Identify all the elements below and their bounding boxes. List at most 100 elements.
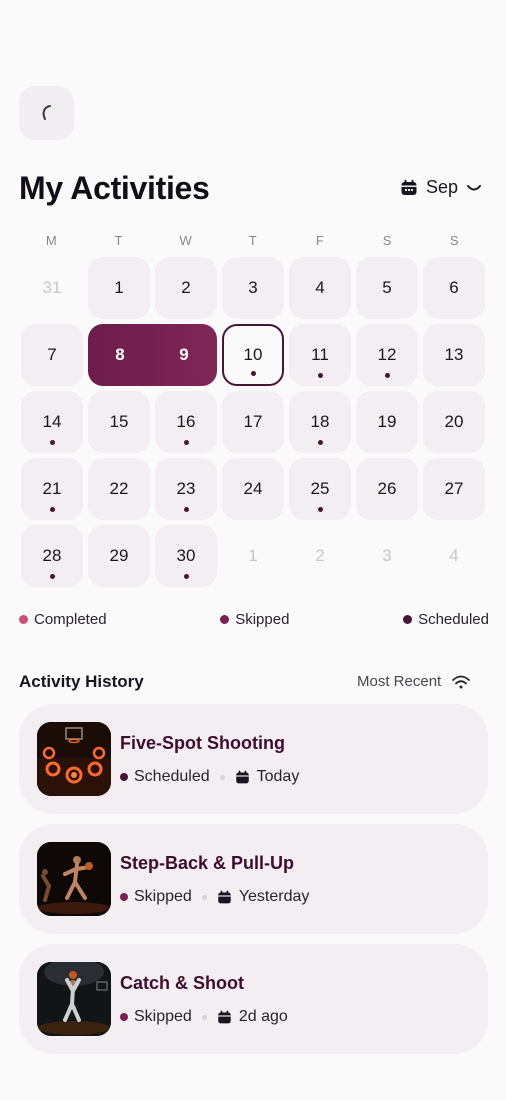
- calendar-day[interactable]: 25: [289, 458, 351, 520]
- page-title: My Activities: [19, 170, 210, 206]
- status-dot: [120, 1013, 128, 1021]
- sort-label: Most Recent: [357, 673, 442, 690]
- weekday-header: MTWTFSS: [18, 233, 488, 248]
- calendar-day[interactable]: 2: [155, 257, 217, 319]
- calendar-day[interactable]: 11: [289, 324, 351, 386]
- status-legend: Completed Skipped Scheduled: [19, 611, 489, 628]
- month-label: Sep: [426, 177, 459, 197]
- day-number: 15: [109, 412, 129, 431]
- calendar-day[interactable]: 20: [423, 391, 485, 453]
- calendar-icon: [401, 179, 417, 195]
- activity-meta: Skipped Yesterday: [120, 888, 309, 906]
- activity-indicator-dot: [49, 574, 55, 579]
- day-number: 17: [243, 412, 263, 431]
- chevron-down-icon: [467, 184, 482, 190]
- status-dot: [120, 893, 128, 901]
- weekday-label: S: [382, 233, 392, 248]
- calendar-day[interactable]: 19: [356, 391, 418, 453]
- calendar-day[interactable]: 24: [222, 458, 284, 520]
- activity-status: Scheduled: [134, 768, 210, 785]
- legend-scheduled: Scheduled: [403, 611, 489, 628]
- day-number: 2: [315, 546, 325, 565]
- calendar-day-today[interactable]: 10: [222, 324, 284, 386]
- calendar-day: 2: [289, 525, 351, 587]
- activity-card[interactable]: Step-Back & Pull-Up Skipped Yesterday: [19, 824, 488, 934]
- activity-indicator-dot: [49, 440, 55, 445]
- activity-indicator-dot: [317, 373, 323, 378]
- day-number: 30: [176, 546, 196, 565]
- calendar-day[interactable]: 14: [21, 391, 83, 453]
- day-number: 16: [176, 412, 196, 431]
- activity-status: Skipped: [134, 888, 192, 905]
- calendar-day[interactable]: 13: [423, 324, 485, 386]
- selected-date-range[interactable]: 8 9: [88, 324, 217, 386]
- day-number: 24: [243, 479, 263, 498]
- calendar-day[interactable]: 23: [155, 458, 217, 520]
- activity-indicator-dot: [317, 507, 323, 512]
- activity-card[interactable]: Five-Spot Shooting Scheduled Today: [19, 704, 488, 814]
- calendar-day[interactable]: 12: [356, 324, 418, 386]
- day-number: 4: [315, 278, 325, 297]
- day-number: 22: [109, 479, 129, 498]
- calendar-day[interactable]: 5: [356, 257, 418, 319]
- activity-indicator-dot: [183, 574, 189, 579]
- day-number: 3: [248, 278, 258, 297]
- calendar-day: 3: [356, 525, 418, 587]
- calendar-day[interactable]: 21: [21, 458, 83, 520]
- day-number: 18: [310, 412, 330, 431]
- day-number: 1: [114, 278, 124, 297]
- calendar-day[interactable]: 30: [155, 525, 217, 587]
- weekday-label: M: [45, 233, 58, 248]
- weekday-label: T: [114, 233, 123, 248]
- day-number: 26: [377, 479, 397, 498]
- calendar-day[interactable]: 3: [222, 257, 284, 319]
- day-number: 13: [444, 345, 464, 364]
- calendar-day[interactable]: 15: [88, 391, 150, 453]
- calendar-grid: 3112345678910111213141516171819202122232…: [21, 257, 486, 587]
- activity-indicator-dot: [250, 371, 256, 376]
- activity-card[interactable]: Catch & Shoot Skipped 2d ago: [19, 944, 488, 1054]
- calendar-day[interactable]: 22: [88, 458, 150, 520]
- day-number: 11: [311, 345, 329, 364]
- legend-label: Completed: [34, 611, 107, 628]
- activity-thumbnail: [37, 842, 111, 916]
- activity-date: 2d ago: [238, 1008, 288, 1025]
- calendar-day[interactable]: 29: [88, 525, 150, 587]
- activity-date: Today: [256, 768, 300, 785]
- calendar-day[interactable]: 27: [423, 458, 485, 520]
- status-dot: [120, 773, 128, 781]
- calendar-day[interactable]: 7: [21, 324, 83, 386]
- day-number: 19: [377, 412, 397, 431]
- weekday-label: F: [315, 233, 325, 248]
- calendar-day[interactable]: 4: [289, 257, 351, 319]
- calendar-day[interactable]: 17: [222, 391, 284, 453]
- calendar-day[interactable]: 18: [289, 391, 351, 453]
- selected-day-end: 9: [179, 345, 189, 364]
- calendar-day[interactable]: 16: [155, 391, 217, 453]
- weekday-label: W: [179, 233, 193, 248]
- calendar-day[interactable]: 28: [21, 525, 83, 587]
- sort-dropdown[interactable]: Most Recent: [357, 673, 471, 690]
- activity-meta: Scheduled Today: [120, 768, 299, 786]
- month-picker[interactable]: Sep: [400, 177, 482, 198]
- activity-thumbnail: [37, 962, 111, 1036]
- activity-status: Skipped: [134, 1008, 192, 1025]
- activity-name: Five-Spot Shooting: [120, 733, 285, 753]
- calendar-day[interactable]: 1: [88, 257, 150, 319]
- calendar-icon: [217, 890, 232, 905]
- day-number: 14: [42, 412, 62, 431]
- meta-separator: [219, 774, 225, 780]
- legend-label: Scheduled: [418, 611, 489, 628]
- legend-dot: [19, 615, 28, 624]
- activity-indicator-dot: [49, 507, 55, 512]
- day-number: 10: [243, 345, 263, 364]
- selected-day-start: 8: [115, 345, 125, 364]
- back-button[interactable]: [19, 86, 74, 140]
- day-number: 27: [444, 479, 464, 498]
- day-number: 29: [109, 546, 129, 565]
- calendar-day[interactable]: 26: [356, 458, 418, 520]
- calendar-day: 4: [423, 525, 485, 587]
- calendar-day[interactable]: 6: [423, 257, 485, 319]
- day-number: 5: [382, 278, 392, 297]
- day-number: 1: [248, 546, 258, 565]
